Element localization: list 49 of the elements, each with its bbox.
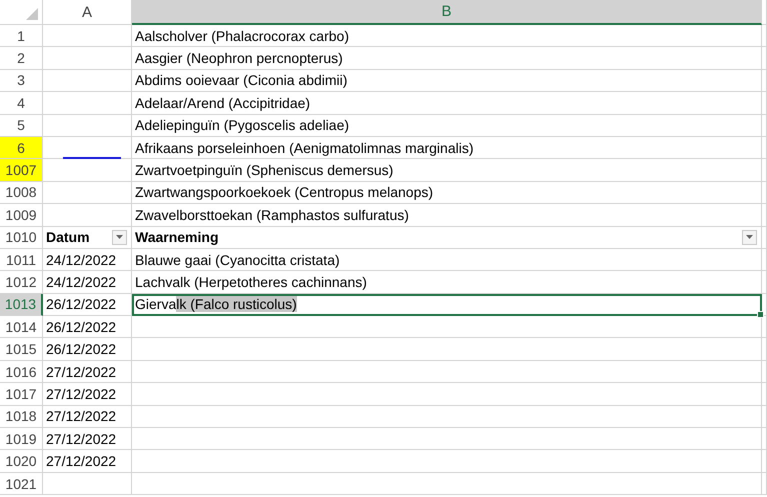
- table-cell: 26/12/2022: [43, 338, 132, 361]
- table-cell: Zwartwangspoorkoekoek (Centropus melanops): [132, 182, 762, 204]
- row-number[interactable]: 4: [0, 92, 43, 115]
- dropdown-arrow-icon: [116, 235, 123, 240]
- row-number[interactable]: 1: [0, 25, 43, 48]
- table-cell: Zwavelborsttoekan (Ramphastos sulfuratus): [132, 204, 762, 227]
- table-cell: Abdims ooievaar (Ciconia abdimii): [132, 70, 762, 92]
- table-cell: Adelaar/Arend (Accipitridae): [132, 92, 762, 115]
- table-cell: Zwartvoetpinguïn (Spheniscus demersus): [132, 159, 762, 182]
- table-cell: 27/12/2022: [43, 383, 132, 406]
- column-title: Datum: [45, 229, 91, 246]
- row-number[interactable]: 1017: [0, 383, 43, 406]
- table-cell: 27/12/2022: [43, 360, 132, 384]
- dropdown-arrow-icon: [746, 235, 753, 240]
- row-number[interactable]: 1007: [0, 159, 43, 182]
- row-number[interactable]: 1013: [0, 294, 43, 316]
- row-number[interactable]: 6: [0, 136, 43, 160]
- table-cell: 26/12/2022: [43, 294, 132, 316]
- table-cell: Lachvalk (Herpetotheres cachinnans): [132, 271, 762, 294]
- row-number[interactable]: 1015: [0, 338, 43, 361]
- table-cell: 27/12/2022: [43, 428, 132, 450]
- table-cell: 24/12/2022: [43, 248, 132, 272]
- row-number[interactable]: 1014: [0, 316, 43, 338]
- table-cell[interactable]: Giervalk (Falco rusticolus): [132, 294, 762, 316]
- table-cell: Adeliepinguïn (Pygoscelis adeliae): [132, 114, 762, 137]
- row-number[interactable]: 1021: [0, 472, 43, 496]
- row-number[interactable]: 1009: [0, 204, 43, 227]
- table-cell: Afrikaans porseleinhoen (Aenigmatolimnas marginalis): [132, 136, 762, 160]
- row-number[interactable]: 1008: [0, 182, 43, 204]
- table-cell: 27/12/2022: [43, 450, 132, 473]
- table-cell: Blauwe gaai (Cyanocitta cristata): [132, 248, 762, 272]
- column-header[interactable]: B: [132, 0, 762, 25]
- row-number[interactable]: 1011: [0, 248, 43, 272]
- filter-button[interactable]: [112, 230, 127, 245]
- column-header[interactable]: A: [43, 0, 132, 25]
- row-number[interactable]: 1018: [0, 406, 43, 428]
- table-cell: Aasgier (Neophron percnopterus): [132, 47, 762, 70]
- table-cell: 24/12/2022: [43, 271, 132, 294]
- table-cell: 26/12/2022: [43, 316, 132, 338]
- row-number[interactable]: 1019: [0, 428, 43, 450]
- row-number[interactable]: 3: [0, 70, 43, 92]
- row-number[interactable]: 1010: [0, 226, 43, 249]
- table-cell: 27/12/2022: [43, 406, 132, 428]
- filter-button[interactable]: [742, 230, 757, 245]
- row-number[interactable]: 1020: [0, 450, 43, 473]
- table-cell: Aalscholver (Phalacrocorax carbo): [132, 25, 762, 48]
- column-title: Waarneming: [134, 229, 220, 246]
- row-number[interactable]: 1016: [0, 360, 43, 384]
- row-number[interactable]: 2: [0, 47, 43, 70]
